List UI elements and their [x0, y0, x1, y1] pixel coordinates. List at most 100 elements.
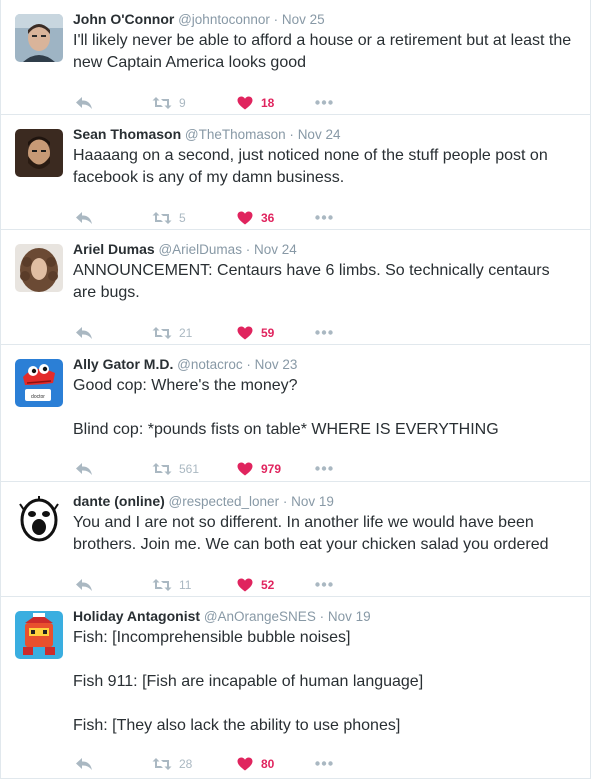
retweet-button[interactable]: 5 [152, 211, 186, 225]
reply-button[interactable] [75, 211, 93, 225]
tweet[interactable]: Sean Thomason @TheThomason · Nov 24 Haaa… [1, 115, 590, 230]
tweet[interactable]: Ariel Dumas @ArielDumas · Nov 24 ANNOUNC… [1, 230, 590, 345]
more-button[interactable] [315, 582, 333, 587]
reply-button[interactable] [75, 326, 93, 340]
reply-icon [76, 463, 92, 475]
author-name[interactable]: Sean Thomason [73, 126, 181, 142]
avatar-cartoon-gator-icon: doctor [15, 359, 63, 407]
avatar-label: doctor [31, 394, 45, 400]
avatar[interactable] [15, 14, 63, 62]
author-name[interactable]: dante (online) [73, 493, 165, 509]
separator-dot: · [245, 242, 251, 257]
more-dots-icon [315, 215, 333, 220]
tweet-timestamp[interactable]: Nov 23 [255, 357, 298, 372]
avatar[interactable] [15, 611, 63, 659]
author-handle[interactable]: @respected_loner [169, 494, 280, 509]
tweet[interactable]: doctor Ally Gator M.D. @notacroc · Nov 2… [1, 345, 590, 482]
reply-icon [76, 758, 92, 770]
avatar[interactable]: doctor [15, 359, 63, 407]
tweet-timestamp[interactable]: Nov 24 [298, 127, 341, 142]
author-handle[interactable]: @AnOrangeSNES [204, 609, 316, 624]
avatar-bearded-man-icon [15, 129, 63, 177]
tweet-text-line: Fish: [Incomprehensible bubble noises] [73, 629, 351, 646]
like-count: 36 [261, 211, 275, 225]
retweet-icon [152, 758, 172, 770]
tweet-timestamp[interactable]: Nov 25 [282, 12, 325, 27]
like-button[interactable]: 36 [237, 211, 274, 225]
retweet-button[interactable]: 21 [152, 326, 192, 340]
tweet-text: Haaaang on a second, just noticed none o… [73, 145, 580, 189]
retweet-button[interactable]: 28 [152, 757, 192, 771]
retweet-count: 5 [179, 211, 186, 225]
like-count: 979 [261, 462, 282, 476]
tweet-header: Ally Gator M.D. @notacroc · Nov 23 [73, 355, 580, 374]
author-name[interactable]: John O'Connor [73, 11, 174, 27]
retweet-button[interactable]: 11 [152, 578, 191, 592]
tweet-timestamp[interactable]: Nov 24 [254, 242, 297, 257]
reply-icon [76, 97, 92, 109]
tweet-text-line: brothers. Join me. We can both eat your … [73, 536, 549, 553]
tweet-text: You and I are not so different. In anoth… [73, 512, 580, 556]
avatar-red-robot-icon [15, 611, 63, 659]
like-button[interactable]: 59 [237, 326, 274, 340]
retweet-icon [152, 579, 172, 591]
tweet[interactable]: dante (online) @respected_loner · Nov 19… [1, 482, 590, 597]
tweet-header: Ariel Dumas @ArielDumas · Nov 24 [73, 240, 580, 259]
retweet-count: 11 [179, 578, 192, 592]
more-button[interactable] [315, 215, 333, 220]
tweet-timestamp[interactable]: Nov 19 [328, 609, 371, 624]
more-button[interactable] [315, 761, 333, 766]
author-handle[interactable]: @notacroc [177, 357, 242, 372]
author-name[interactable]: Holiday Antagonist [73, 608, 200, 624]
retweet-button[interactable]: 9 [152, 96, 186, 110]
reply-button[interactable] [75, 757, 93, 771]
reply-button[interactable] [75, 96, 93, 110]
heart-icon [237, 96, 253, 110]
tweet-text-line: Blind cop: *pounds fists on table* WHERE… [73, 421, 499, 438]
reply-icon [76, 212, 92, 224]
tweet-text: Fish: [Incomprehensible bubble noises] F… [73, 627, 580, 737]
author-name[interactable]: Ariel Dumas [73, 241, 155, 257]
more-button[interactable] [315, 100, 333, 105]
author-name[interactable]: Ally Gator M.D. [73, 356, 173, 372]
reply-icon [76, 579, 92, 591]
heart-icon [237, 462, 253, 476]
author-handle[interactable]: @johntoconnor [178, 12, 270, 27]
tweet[interactable]: John O'Connor @johntoconnor · Nov 25 I'l… [1, 0, 590, 115]
avatar[interactable] [15, 496, 63, 544]
tweet-text-line: You and I are not so different. In anoth… [73, 514, 534, 531]
retweet-icon [152, 463, 172, 475]
tweet-text-line: Haaaang on a second, just noticed none o… [73, 147, 548, 164]
author-handle[interactable]: @ArielDumas [158, 242, 241, 257]
retweet-button[interactable]: 561 [152, 462, 199, 476]
tweet-timeline: John O'Connor @johntoconnor · Nov 25 I'l… [0, 0, 591, 779]
tweet-actions: 28 80 [73, 753, 580, 781]
like-button[interactable]: 52 [237, 578, 274, 592]
tweet-timestamp[interactable]: Nov 19 [291, 494, 334, 509]
retweet-count: 9 [179, 96, 186, 110]
more-dots-icon [315, 330, 333, 335]
author-handle[interactable]: @TheThomason [185, 127, 286, 142]
like-count: 52 [261, 578, 275, 592]
tweet[interactable]: Holiday Antagonist @AnOrangeSNES · Nov 1… [1, 597, 590, 779]
reply-button[interactable] [75, 462, 93, 476]
reply-button[interactable] [75, 578, 93, 592]
like-button[interactable]: 80 [237, 757, 274, 771]
tweet-header: John O'Connor @johntoconnor · Nov 25 [73, 10, 580, 29]
avatar-screaming-face-icon [15, 496, 63, 544]
separator-dot: · [273, 12, 279, 27]
like-button[interactable]: 18 [237, 96, 274, 110]
more-button[interactable] [315, 330, 333, 335]
avatar[interactable] [15, 244, 63, 292]
tweet-text: I'll likely never be able to afford a ho… [73, 30, 580, 74]
tweet-text-line: Fish 911: [Fish are incapable of human l… [73, 673, 424, 690]
tweet-header: Sean Thomason @TheThomason · Nov 24 [73, 125, 580, 144]
more-dots-icon [315, 761, 333, 766]
separator-dot: · [289, 127, 294, 142]
like-button[interactable]: 979 [237, 462, 281, 476]
more-button[interactable] [315, 466, 333, 471]
separator-dot: · [282, 494, 288, 509]
avatar[interactable] [15, 129, 63, 177]
